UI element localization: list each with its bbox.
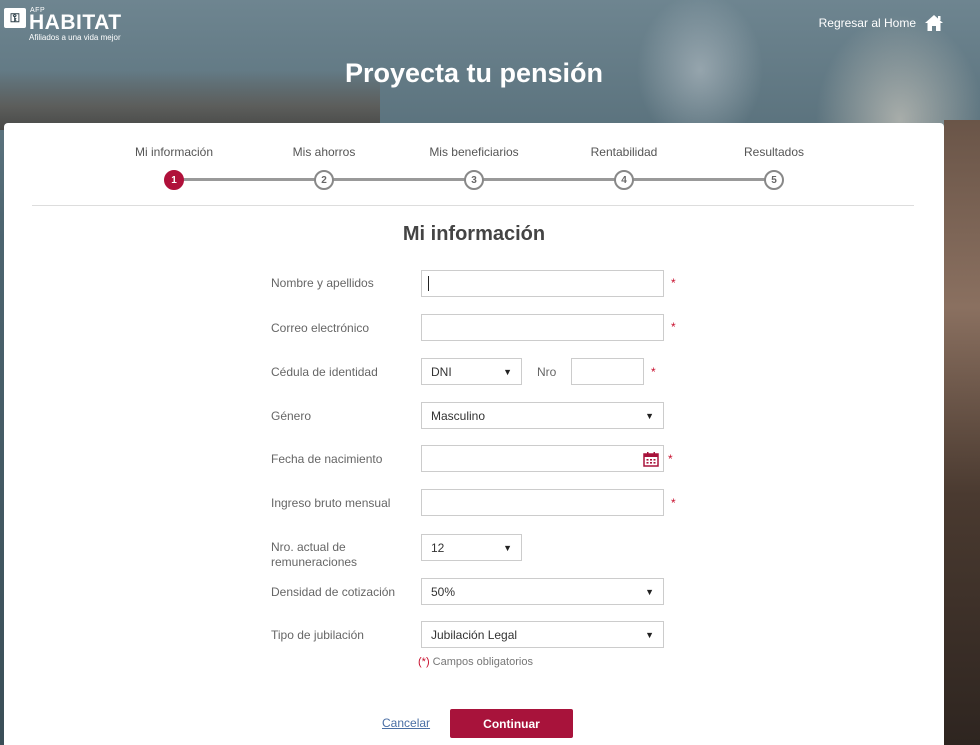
email-label: Correo electrónico <box>271 321 370 335</box>
density-value: 50% <box>431 584 456 599</box>
gender-value: Masculino <box>431 408 486 423</box>
step-1-dot[interactable]: 1 <box>164 170 184 190</box>
density-label: Densidad de cotización <box>271 585 396 599</box>
home-link-label: Regresar al Home <box>818 16 916 30</box>
continue-button[interactable]: Continuar <box>450 709 573 738</box>
name-required-mark: * <box>671 276 676 290</box>
retirement-type-label: Tipo de jubilación <box>271 628 364 642</box>
id-required-mark: * <box>651 365 656 379</box>
income-input[interactable] <box>421 489 664 516</box>
logo-afp: AFP <box>30 7 46 14</box>
retirement-type-value: Jubilación Legal <box>431 627 518 642</box>
logo-mark-icon: ⚿ <box>4 8 26 28</box>
home-icon <box>925 15 943 31</box>
logo-text: AFP HABITAT Afiliados a una vida mejor <box>29 7 122 42</box>
chevron-down-icon: ▼ <box>645 410 654 421</box>
text-cursor <box>428 276 429 291</box>
required-note-star: (*) <box>418 656 430 668</box>
gender-select[interactable]: Masculino ▼ <box>421 402 664 429</box>
birth-date-label: Fecha de nacimiento <box>271 452 383 466</box>
step-label-mi-informacion: Mi información <box>134 145 214 159</box>
chevron-down-icon: ▼ <box>503 542 512 553</box>
cancel-link[interactable]: Cancelar <box>382 716 430 730</box>
id-number-input[interactable] <box>571 358 644 385</box>
step-label-mis-beneficiarios: Mis beneficiarios <box>429 145 519 159</box>
chevron-down-icon: ▼ <box>503 366 512 377</box>
page-title: Proyecta tu pensión <box>344 58 604 88</box>
step-label-mis-ahorros: Mis ahorros <box>292 145 356 159</box>
birth-required-mark: * <box>668 452 673 466</box>
afp-habitat-logo[interactable]: ⚿ AFP HABITAT Afiliados a una vida mejor <box>4 7 122 42</box>
id-number-label: Nro <box>537 365 557 379</box>
gender-label: Género <box>271 409 312 423</box>
density-select[interactable]: 50% ▼ <box>421 578 664 605</box>
chevron-down-icon: ▼ <box>645 629 654 640</box>
birth-date-input[interactable] <box>421 445 664 472</box>
name-input[interactable] <box>421 270 664 297</box>
remunerations-label-line1: Nro. actual de <box>271 540 346 554</box>
retirement-type-select[interactable]: Jubilación Legal ▼ <box>421 621 664 648</box>
logo-tagline: Afiliados a una vida mejor <box>29 33 121 42</box>
step-2-dot[interactable]: 2 <box>314 170 334 190</box>
stepper-divider <box>32 205 914 206</box>
logo-name: HABITAT <box>29 11 122 34</box>
step-label-resultados: Resultados <box>743 145 805 159</box>
id-label: Cédula de identidad <box>271 365 378 379</box>
step-5-dot[interactable]: 5 <box>764 170 784 190</box>
income-label: Ingreso bruto mensual <box>271 496 391 510</box>
id-type-select[interactable]: DNI ▼ <box>421 358 522 385</box>
calendar-icon[interactable] <box>643 451 659 467</box>
remunerations-label: Nro. actual de remuneraciones <box>271 540 357 570</box>
required-note-text: Campos obligatorios <box>429 656 533 668</box>
remunerations-select[interactable]: 12 ▼ <box>421 534 522 561</box>
id-type-value: DNI <box>431 364 452 379</box>
email-required-mark: * <box>671 320 676 334</box>
step-label-rentabilidad: Rentabilidad <box>590 145 658 159</box>
step-3-dot[interactable]: 3 <box>464 170 484 190</box>
section-title: Mi información <box>402 223 546 245</box>
home-link[interactable]: Regresar al Home <box>819 14 944 32</box>
name-label: Nombre y apellidos <box>271 276 374 290</box>
hero-photo-edge <box>944 120 980 745</box>
progress-stepper: Mi información Mis ahorros Mis beneficia… <box>4 123 944 205</box>
email-input[interactable] <box>421 314 664 341</box>
income-required-mark: * <box>671 496 676 510</box>
remunerations-value: 12 <box>431 540 445 555</box>
form-card: Mi información Mis ahorros Mis beneficia… <box>4 123 944 745</box>
remunerations-label-line2: remuneraciones <box>271 555 358 569</box>
required-fields-note: (*) Campos obligatorios <box>418 656 533 668</box>
step-4-dot[interactable]: 4 <box>614 170 634 190</box>
chevron-down-icon: ▼ <box>645 586 654 597</box>
